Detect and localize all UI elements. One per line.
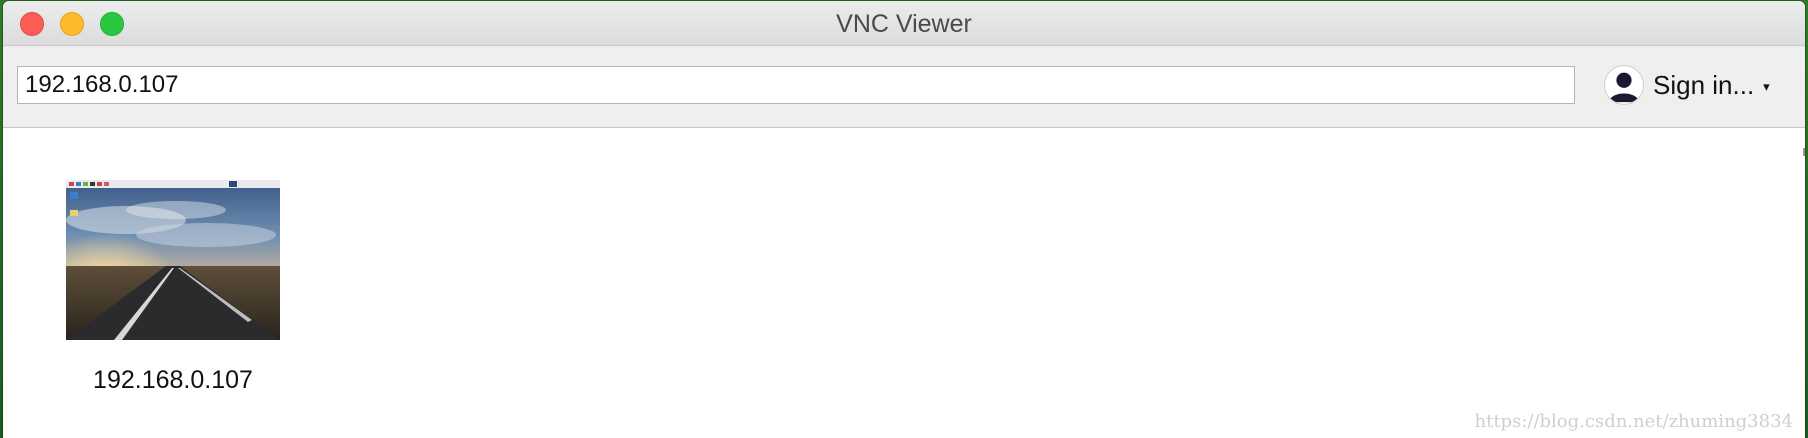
title-bar[interactable]: VNC Viewer: [3, 1, 1805, 46]
desktop-background: VNC Viewer Sign in... ▾: [0, 0, 1808, 438]
sign-in-button[interactable]: Sign in... ▾: [1604, 63, 1770, 107]
address-book-area: 192.168.0.107 https://blog.csdn.net/zhum…: [3, 128, 1805, 438]
toolbar: Sign in... ▾: [3, 46, 1805, 128]
sign-in-label: Sign in...: [1653, 69, 1755, 100]
chevron-down-icon: ▾: [1763, 79, 1770, 94]
address-input[interactable]: [17, 66, 1575, 104]
connection-label: 192.168.0.107: [93, 366, 253, 394]
connection-tile[interactable]: 192.168.0.107: [66, 180, 280, 395]
vnc-viewer-window: VNC Viewer Sign in... ▾: [3, 1, 1805, 438]
desktop-preview-thumbnail: [66, 180, 280, 340]
window-title: VNC Viewer: [836, 10, 972, 38]
scrollbar[interactable]: [1803, 148, 1805, 156]
watermark-text: https://blog.csdn.net/zhuming3834: [1474, 411, 1794, 432]
user-avatar-icon: [1604, 65, 1644, 105]
